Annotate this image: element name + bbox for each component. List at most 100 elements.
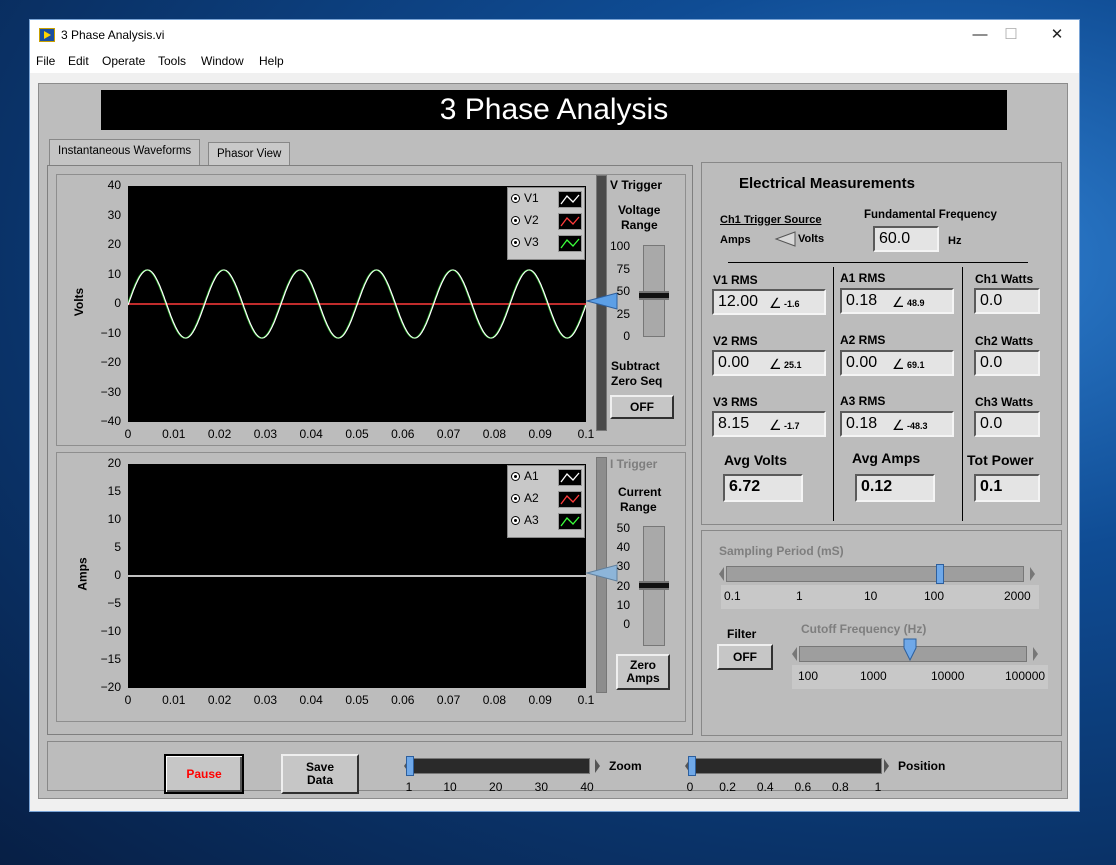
current-x-tick-label: 0.03 [253,693,278,707]
current-range-thumb[interactable] [639,581,669,590]
filter-toggle-button[interactable]: OFF [717,644,773,670]
ch3-watts-value: 0.0 [974,411,1040,437]
a1-rms-label: A1 RMS [840,271,886,285]
sampling-scale: 0.1 1 10 100 2000 [721,585,1039,609]
voltage-x-tick-label: 0.05 [345,427,369,441]
ch1-watts-label: Ch1 Watts [975,272,1034,286]
current-x-tick-label: 0.04 [299,693,323,707]
menu-tools[interactable]: Tools [158,54,186,68]
menu-file[interactable]: File [36,54,55,68]
radio-icon [511,494,520,503]
current-y-tick-label: −15 [100,652,121,666]
angle-icon: ∠ [892,417,905,433]
position-label: Position [898,759,946,773]
v1-rms-label: V1 RMS [713,273,758,287]
voltage-range-tick: 75 [616,261,630,276]
sampling-period-slider[interactable] [726,566,1024,582]
a2-plot-icon [558,491,582,508]
voltage-y-tick-label: −30 [100,384,121,399]
legend-v3[interactable]: V3 [508,234,584,254]
avg-amps-value: 0.12 [855,474,935,502]
a2-rms-label: A2 RMS [840,333,886,347]
zero-amps-button[interactable]: Zero Amps [616,654,670,690]
cutoff-scale-label: 10000 [931,669,965,683]
voltage-range-thumb[interactable] [639,291,669,300]
title-bar: 3 Phase Analysis.vi — ☐ ✕ [30,20,1079,51]
legend-a1[interactable]: A1 [508,468,584,488]
minimize-button[interactable]: — [968,24,992,46]
current-y-tick-label: 15 [107,484,121,498]
tot-power-label: Tot Power [967,452,1034,468]
voltage-y-tick-label: −40 [100,414,121,428]
menu-edit[interactable]: Edit [68,54,89,68]
subtract-zero-seq-button[interactable]: OFF [610,395,674,419]
cutoff-frequency-thumb[interactable] [903,638,917,662]
pause-button[interactable]: Pause [164,754,244,794]
voltage-range-tick: 100 [609,239,630,253]
position-slider[interactable] [690,758,882,774]
zoom-thumb[interactable] [406,756,414,776]
current-y-tick-label: 20 [107,456,121,470]
subtract-label-1: Subtract [611,359,660,373]
fundamental-frequency-label: Fundamental Frequency [864,209,997,221]
legend-v2[interactable]: V2 [508,212,584,232]
voltage-x-tick-label: 0.08 [482,427,507,441]
tab-instantaneous-waveforms[interactable]: Instantaneous Waveforms [49,139,201,168]
menu-window[interactable]: Window [201,54,244,68]
current-x-tick-label: 0.05 [345,693,369,707]
voltage-y-tick-label: 20 [107,237,121,251]
v2-plot-icon [558,213,582,230]
voltage-x-tick-label: 0.09 [528,427,552,441]
angle-icon: ∠ [892,294,905,310]
zero-amps-label: Zero Amps [626,658,660,685]
position-scale-label: 0.6 [794,780,812,794]
radio-icon [511,216,520,225]
fundamental-frequency-value: 60.0 [873,226,939,252]
zoom-slider[interactable] [409,758,590,774]
sampling-period-thumb[interactable] [936,564,944,584]
close-button[interactable]: ✕ [1045,24,1069,46]
cutoff-scale-label: 100 [798,669,819,683]
v2-rms-label: V2 RMS [713,334,758,348]
current-range-tick: 50 [616,521,630,535]
current-range-label-1: Current [618,485,662,499]
measurements-panel: Electrical Measurements Ch1 Trigger Sour… [701,162,1062,525]
legend-v1[interactable]: V1 [508,190,584,210]
current-range-tick: 20 [616,578,630,593]
voltage-graph: Volts 40 30 20 10 0 −10 −20 −30 −40 0 0.01 0.02 0.0… [56,174,686,446]
save-data-button[interactable]: Save Data [281,754,359,794]
current-y-tick-label: 10 [107,512,121,526]
current-range-tick: 10 [616,597,630,612]
avg-amps-label: Avg Amps [852,450,921,466]
voltage-range-label-1: Voltage [618,203,661,217]
window-title: 3 Phase Analysis.vi [61,28,165,42]
menu-operate[interactable]: Operate [102,54,145,68]
current-y-tick-label: 0 [114,568,121,582]
voltage-legend[interactable]: V1 V2 V3 [507,187,585,260]
maximize-button[interactable]: ☐ [999,24,1023,46]
voltage-y-tick-label: −10 [100,325,121,340]
position-scale-label: 0.2 [719,780,736,794]
zoom-scale-label: 10 [443,780,457,794]
voltage-range-tick: 0 [623,329,630,343]
voltage-x-tick-label: 0.02 [207,427,232,441]
position-thumb[interactable] [688,756,696,776]
a3-rms-value: 0.18 ∠ -48.3 [840,411,954,437]
voltage-x-tick-label: 0.01 [162,427,186,441]
filter-label: Filter [727,627,757,641]
current-y-tick-label: −20 [100,680,121,694]
trigger-volts-label: Volts [798,233,825,245]
voltage-range-tick: 25 [616,306,630,321]
current-legend[interactable]: A1 A2 A3 [507,465,585,538]
current-range-tick: 0 [623,617,630,631]
zoom-label: Zoom [609,759,642,773]
voltage-x-tick-label: 0.03 [253,427,278,441]
v1-plot-icon [558,191,582,208]
avg-volts-label: Avg Volts [724,452,788,468]
menu-help[interactable]: Help [259,54,284,68]
angle-icon: ∠ [892,356,905,372]
trigger-source-switch-icon[interactable] [773,230,799,248]
legend-a3[interactable]: A3 [508,512,584,532]
legend-a2[interactable]: A2 [508,490,584,510]
v-trigger-label: V Trigger [610,178,663,192]
